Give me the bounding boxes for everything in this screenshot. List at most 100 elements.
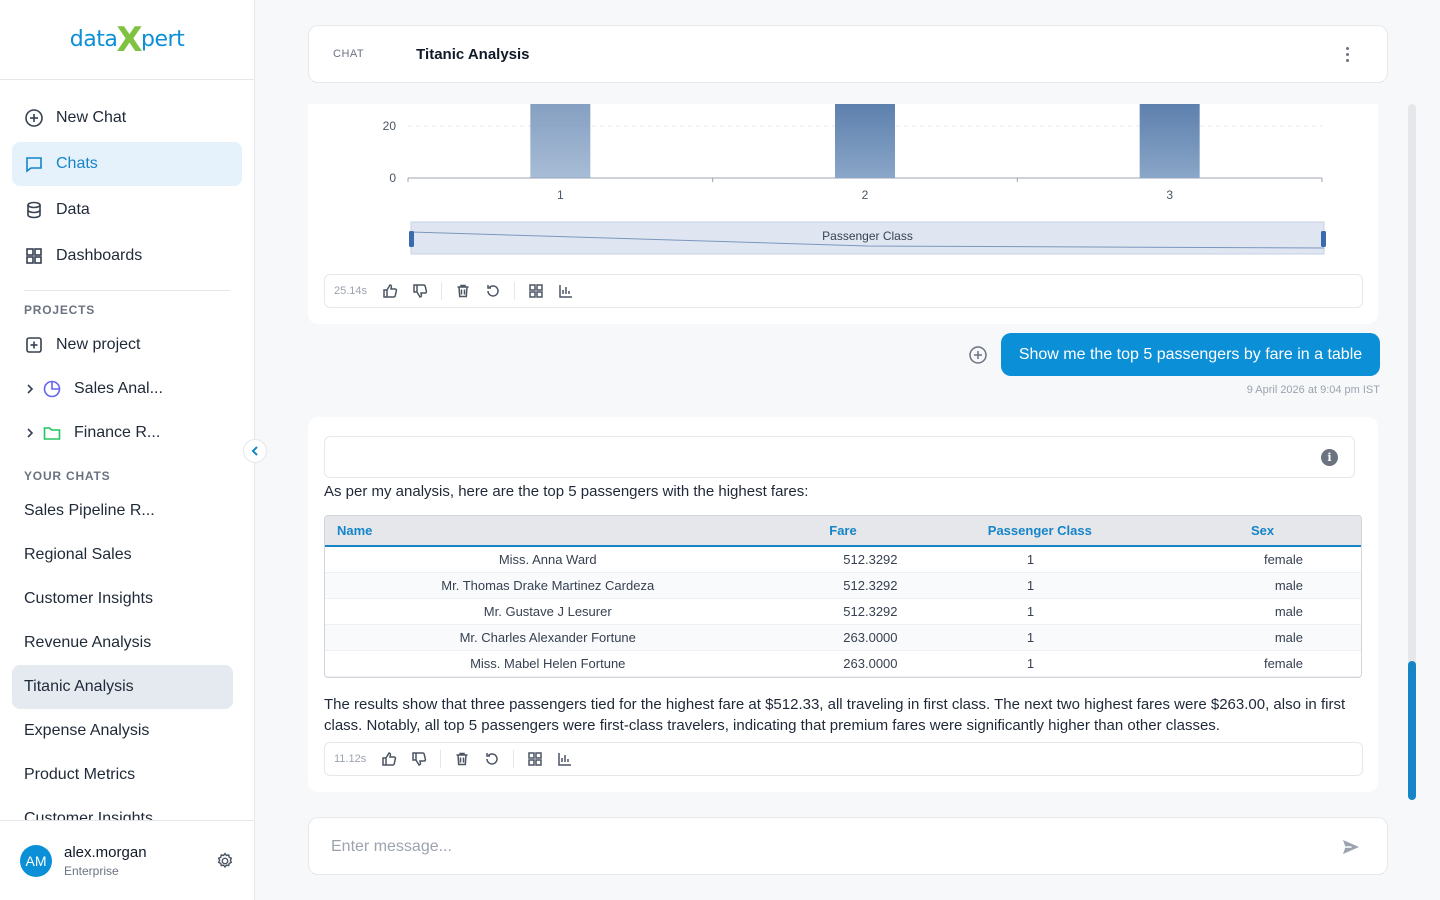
chat-title[interactable]: Titanic Analysis — [416, 46, 529, 63]
thumbs-up-icon[interactable] — [380, 750, 398, 768]
table-cell: 512.3292 — [770, 546, 916, 573]
table-cell: male — [1164, 624, 1361, 651]
sidebar: data Xpert New Chat Chats Data Dashboards… — [0, 0, 255, 900]
info-icon[interactable]: i — [1321, 449, 1338, 466]
nav-label: Chats — [56, 155, 98, 172]
chat-item[interactable]: Expense Analysis — [12, 709, 233, 753]
add-to-dashboard-icon[interactable] — [968, 345, 988, 365]
nav-dashboards[interactable]: Dashboards — [12, 234, 242, 278]
table-row: Mr. Gustave J Lesurer 512.3292 1 male — [325, 598, 1361, 625]
pie-chart-icon — [43, 380, 61, 398]
thumbs-down-icon[interactable] — [410, 750, 428, 768]
collapse-sidebar-button[interactable] — [243, 439, 267, 463]
chat-item[interactable]: Product Metrics — [12, 753, 233, 797]
regenerate-icon[interactable] — [484, 282, 502, 300]
message-input[interactable] — [331, 836, 1311, 858]
folder-icon — [43, 427, 61, 440]
chat-item[interactable]: Revenue Analysis — [12, 621, 233, 665]
avatar[interactable]: AM — [20, 844, 52, 877]
chat-header: CHAT Titanic Analysis — [308, 25, 1388, 83]
thumbs-up-icon[interactable] — [381, 282, 399, 300]
x-tick-label: 2 — [862, 188, 869, 202]
table-cell: 512.3292 — [770, 572, 916, 599]
response-time: 25.14s — [334, 285, 368, 297]
brand-part2: pert — [141, 27, 185, 52]
table-header-row: Name Fare Passenger Class Sex — [325, 516, 1361, 547]
toolbar-separator — [514, 282, 516, 300]
chat-scrollbar[interactable] — [1408, 104, 1416, 800]
nav-chats[interactable]: Chats — [12, 142, 242, 186]
response-time: 11.12s — [334, 753, 367, 765]
table-row: Mr. Thomas Drake Martinez Cardeza 512.32… — [325, 572, 1361, 599]
table-cell: Mr. Gustave J Lesurer — [325, 598, 771, 625]
message-info-box: i — [324, 436, 1355, 478]
user-profile[interactable]: AM alex.morgan Enterprise — [0, 820, 254, 900]
table-cell: 1 — [915, 572, 1165, 599]
dashboard-grid-icon[interactable] — [526, 750, 544, 768]
new-project-label: New project — [56, 336, 141, 353]
user-plan: Enterprise — [64, 863, 119, 878]
column-header[interactable]: Fare — [770, 516, 916, 547]
chat-item[interactable]: Regional Sales — [12, 533, 233, 577]
table-cell: 1 — [915, 546, 1165, 573]
column-header[interactable]: Name — [325, 516, 771, 547]
plus-circle-icon — [25, 109, 43, 127]
column-header[interactable]: Passenger Class — [915, 516, 1165, 547]
chat-item[interactable]: Customer Insights — [12, 577, 233, 621]
bar — [835, 104, 895, 178]
bar — [530, 104, 591, 178]
message-composer — [308, 817, 1388, 875]
nav-data[interactable]: Data — [12, 188, 242, 232]
new-project-button[interactable]: New project — [0, 323, 254, 367]
thumbs-down-icon[interactable] — [411, 282, 429, 300]
zoom-handle-right — [1321, 231, 1326, 247]
table-cell: Miss. Anna Ward — [325, 546, 771, 573]
message-toolbar: 25.14s — [324, 274, 1363, 308]
main-nav: New Chat Chats Data Dashboards — [0, 80, 254, 278]
header-label: CHAT — [333, 48, 365, 60]
user-message-bubble: Show me the top 5 passengers by fare in … — [1001, 333, 1380, 376]
delete-icon[interactable] — [453, 750, 471, 768]
project-label: Finance R... — [74, 424, 161, 441]
project-item-finance[interactable]: Finance R... — [0, 411, 254, 455]
nav-new-chat[interactable]: New Chat — [12, 96, 242, 140]
user-name: alex.morgan — [64, 843, 147, 861]
chat-item[interactable]: Sales Pipeline R... — [12, 489, 233, 533]
assistant-message-chart: 0 20 1 2 3 Passenger Class 25.14s — [308, 104, 1378, 324]
chat-item-active[interactable]: Titanic Analysis — [12, 665, 233, 709]
table-cell: 1 — [915, 650, 1165, 677]
table-cell: 1 — [915, 598, 1165, 625]
bar — [1139, 104, 1200, 178]
brand-part1: data — [69, 27, 118, 52]
delete-icon[interactable] — [454, 282, 472, 300]
dashboard-grid-icon[interactable] — [527, 282, 545, 300]
scrollbar-thumb[interactable] — [1408, 661, 1416, 800]
table-cell: Miss. Mabel Helen Fortune — [325, 650, 771, 677]
table-row: Miss. Anna Ward 512.3292 1 female — [325, 546, 1361, 573]
table-cell: female — [1164, 650, 1361, 677]
bar-chart-icon[interactable] — [556, 750, 574, 768]
nav-label: Dashboards — [56, 247, 143, 264]
zoom-slider-label: Passenger Class — [822, 229, 913, 243]
brand-logo[interactable]: data Xpert — [69, 23, 185, 57]
table-cell: 263.0000 — [770, 624, 916, 651]
settings-gear-icon[interactable] — [216, 852, 234, 870]
regenerate-icon[interactable] — [483, 750, 501, 768]
y-tick-label: 20 — [383, 119, 397, 133]
plus-square-icon — [26, 337, 42, 353]
toolbar-separator — [513, 750, 515, 768]
table-cell: male — [1164, 598, 1361, 625]
assistant-message-table: i As per my analysis, here are the top 5… — [308, 417, 1378, 792]
bar-chart-icon[interactable] — [557, 282, 575, 300]
dashboard-grid-icon — [26, 248, 42, 264]
message-toolbar: 11.12s — [324, 742, 1363, 776]
nav-label: New Chat — [56, 109, 127, 126]
chevron-right-icon[interactable] — [24, 427, 36, 439]
more-options-icon[interactable] — [1337, 44, 1357, 64]
send-icon[interactable] — [1341, 837, 1361, 857]
column-header[interactable]: Sex — [1164, 516, 1361, 547]
project-item-sales[interactable]: Sales Anal... — [0, 367, 254, 411]
y-tick-label: 0 — [389, 171, 396, 185]
chevron-right-icon[interactable] — [24, 383, 36, 395]
chat-bubble-icon — [26, 157, 42, 173]
